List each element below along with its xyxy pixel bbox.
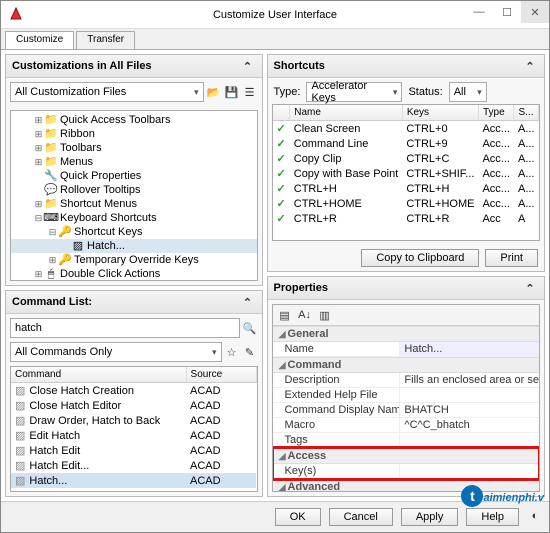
shortcut-row[interactable]: ✓CTRL+HCTRL+HAcc...A...	[273, 181, 539, 196]
search-icon[interactable]: 🔍	[242, 320, 258, 336]
customizations-panel: Customizations in All Files ⌃ All Custom…	[5, 54, 263, 286]
keys-field[interactable]	[400, 464, 539, 478]
prop-tool-icon[interactable]: ▥	[317, 307, 333, 323]
tab-customize[interactable]: Customize	[5, 31, 74, 49]
window: Customize User Interface — ☐ ✕ Customize…	[0, 0, 550, 533]
status-combo[interactable]: All▾	[449, 82, 487, 102]
collapse-icon[interactable]: ⌃	[522, 280, 538, 296]
shortcut-row[interactable]: ✓CTRL+HOMECTRL+HOMEAcc...A...	[273, 196, 539, 211]
titlebar: Customize User Interface — ☐ ✕	[1, 1, 549, 29]
shortcut-row[interactable]: ✓Copy ClipCTRL+CAcc...A...	[273, 151, 539, 166]
minimize-button[interactable]: —	[465, 1, 493, 23]
shortcuts-grid[interactable]: Name Keys Type S... ✓Clean ScreenCTRL+0A…	[272, 104, 540, 241]
apply-button[interactable]: Apply	[401, 508, 459, 526]
star-icon[interactable]: ☆	[224, 344, 240, 360]
collapse-icon[interactable]: ⌃	[240, 294, 256, 310]
categorized-icon[interactable]: ▤	[277, 307, 293, 323]
collapse-icon[interactable]: ⌃	[522, 58, 538, 74]
chevron-down-icon: ▾	[212, 347, 217, 358]
cmd-panel-title: Command List:	[12, 296, 92, 308]
access-highlight: ◢Access Key(s)	[273, 448, 539, 479]
shortcut-row[interactable]: ✓CTRL+RCTRL+RAccA	[273, 211, 539, 226]
info-icon[interactable]: ◐	[527, 508, 543, 524]
help-button[interactable]: Help	[466, 508, 519, 526]
properties-title: Properties	[274, 282, 328, 294]
cust-files-combo[interactable]: All Customization Files▾	[10, 82, 204, 102]
tool-icon[interactable]: ☰	[242, 84, 258, 100]
open-icon[interactable]: 📂	[206, 84, 222, 100]
alpha-icon[interactable]: A↓	[297, 307, 313, 323]
command-row[interactable]: ▨Hatch EditACAD	[11, 443, 256, 458]
customization-tree[interactable]: ⊞📁Quick Access Toolbars ⊞📁Ribbon ⊞📁Toolb…	[10, 110, 258, 281]
type-combo[interactable]: Accelerator Keys▾	[306, 82, 402, 102]
app-icon	[9, 7, 23, 21]
filter-combo[interactable]: All Commands Only▾	[10, 342, 222, 362]
print-button[interactable]: Print	[485, 249, 538, 267]
shortcut-row[interactable]: ✓Copy with Base PointCTRL+SHIF...Acc...A…	[273, 166, 539, 181]
ok-button[interactable]: OK	[275, 508, 321, 526]
tree-item-hatch[interactable]: ▨Hatch...	[11, 239, 257, 253]
shortcut-row[interactable]: ✓Command LineCTRL+9Acc...A...	[273, 136, 539, 151]
cmd-tool-icon[interactable]: ✎	[242, 344, 258, 360]
command-row[interactable]: ▨Close Hatch CreationACAD	[11, 383, 256, 399]
save-icon[interactable]: 💾	[224, 84, 240, 100]
property-grid[interactable]: ▤ A↓ ▥ ◢General NameHatch... ◢Command De…	[272, 304, 540, 492]
command-row[interactable]: ▨Edit HatchACAD	[11, 428, 256, 443]
window-title: Customize User Interface	[213, 9, 337, 21]
command-grid[interactable]: CommandSource ▨Close Hatch CreationACAD▨…	[10, 366, 258, 492]
command-row[interactable]: ▨Hatch...ACAD	[11, 473, 256, 488]
main-tabs: Customize Transfer	[1, 29, 549, 49]
collapse-icon[interactable]: ⌃	[240, 58, 256, 74]
shortcut-row[interactable]: ✓Clean ScreenCTRL+0Acc...A...	[273, 121, 539, 137]
dialog-footer: OK Cancel Apply Help ◐	[1, 501, 549, 532]
command-row[interactable]: ▨Close Hatch EditorACAD	[11, 398, 256, 413]
search-input[interactable]	[10, 318, 240, 338]
copy-clipboard-button[interactable]: Copy to Clipboard	[361, 249, 479, 267]
command-row[interactable]: ▨Draw Order, Hatch to BackACAD	[11, 413, 256, 428]
shortcuts-title: Shortcuts	[274, 60, 325, 72]
command-row[interactable]: ▨Hatch Edit...ACAD	[11, 458, 256, 473]
properties-panel: Properties ⌃ ▤ A↓ ▥ ◢General NameHatch..…	[267, 276, 545, 497]
command-row[interactable]: ▨Hatch...ACAD	[11, 488, 256, 492]
cancel-button[interactable]: Cancel	[329, 508, 393, 526]
command-list-panel: Command List: ⌃ 🔍 All Commands Only▾ ☆ ✎	[5, 290, 263, 497]
cust-panel-title: Customizations in All Files	[12, 60, 152, 72]
tab-transfer[interactable]: Transfer	[76, 31, 135, 49]
chevron-down-icon: ▾	[194, 87, 199, 98]
shortcuts-panel: Shortcuts ⌃ Type: Accelerator Keys▾ Stat…	[267, 54, 545, 272]
maximize-button[interactable]: ☐	[493, 1, 521, 23]
close-button[interactable]: ✕	[521, 1, 549, 23]
